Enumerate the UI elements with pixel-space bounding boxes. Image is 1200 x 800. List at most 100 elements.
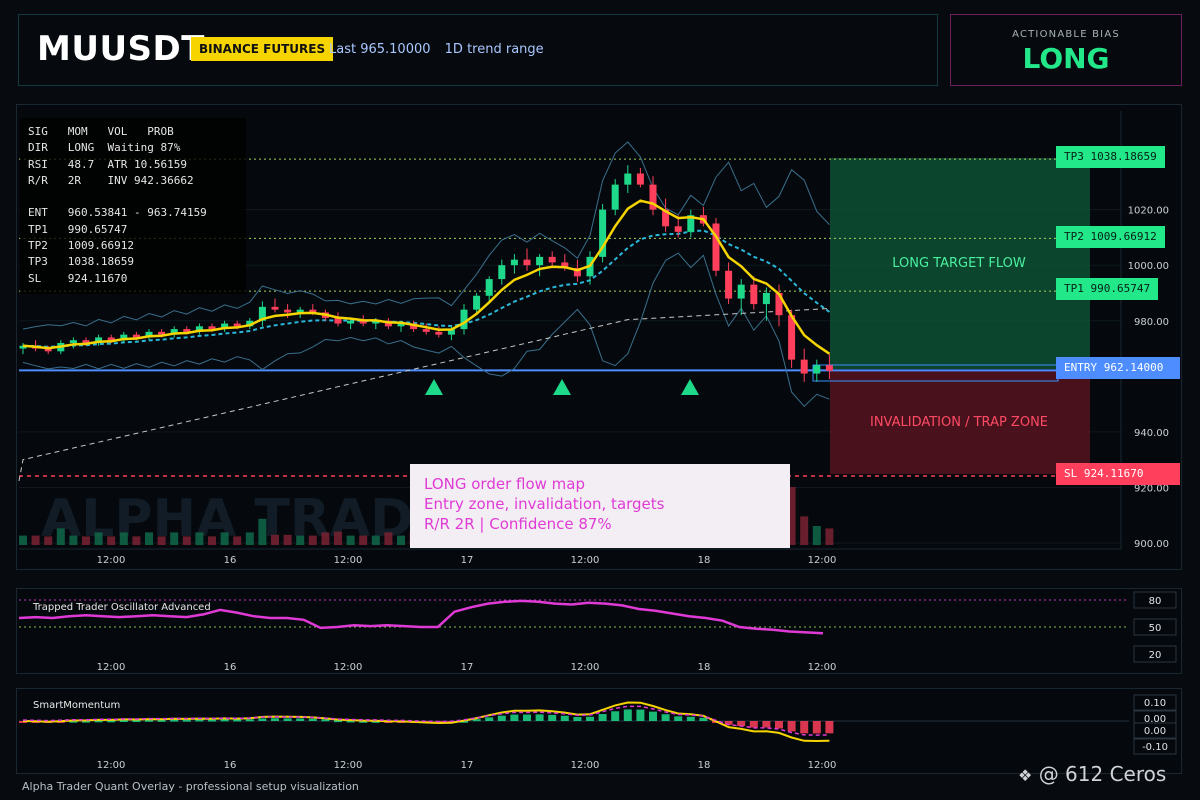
credit-watermark: ❖ @ 612 Ceros <box>1018 762 1166 786</box>
volume-bar <box>56 528 65 545</box>
osc-time-label: 12:00 <box>97 662 126 673</box>
bias-panel: ACTIONABLE BIAS LONG <box>950 14 1182 86</box>
mom-time-label: 17 <box>461 760 474 771</box>
candle-body <box>813 365 821 374</box>
momentum-bar <box>623 709 632 721</box>
candle-body <box>674 226 682 232</box>
momentum-bar <box>636 709 645 721</box>
target-zone-label: LONG TARGET FLOW <box>892 256 1026 271</box>
momentum-bar <box>535 714 544 721</box>
candle-body <box>536 256 544 266</box>
osc-axis-label: 50 <box>1149 623 1162 634</box>
momentum-bar <box>233 719 242 722</box>
mom-time-label: 12:00 <box>334 760 363 771</box>
candle-body <box>624 173 632 185</box>
callout-line-1: LONG order flow map <box>424 475 585 493</box>
candle-body <box>548 256 556 263</box>
y-axis-label: 1000.00 <box>1128 261 1169 272</box>
momentum-bar <box>686 716 695 721</box>
bias-label: ACTIONABLE BIAS <box>1012 29 1120 40</box>
candle-body <box>284 309 292 313</box>
momentum-bar <box>271 718 279 721</box>
x-axis-label: 12:00 <box>571 555 600 566</box>
momentum-bar <box>497 715 506 721</box>
y-axis-label: 920.00 <box>1134 483 1169 494</box>
y-axis-label: 900.00 <box>1134 539 1169 550</box>
y-axis-label: 980.00 <box>1134 317 1169 328</box>
momentum-bar <box>611 711 620 721</box>
volume-bar <box>69 535 78 545</box>
volume-bar <box>157 536 166 545</box>
candle-body <box>737 284 745 299</box>
candle-body <box>485 279 493 296</box>
volume-bar <box>384 532 393 545</box>
volume-bar <box>812 526 821 545</box>
momentum-bar <box>674 716 683 721</box>
buy-signal-icon <box>681 379 699 395</box>
tp1-tag: TP1 990.65747 <box>1056 278 1159 300</box>
volume-bar <box>346 535 355 545</box>
price-info: Last 965.10000 1D trend range <box>329 42 554 57</box>
candle-body <box>825 365 833 371</box>
candle-body <box>422 329 430 332</box>
volume-bar <box>800 516 809 545</box>
info-line: SL 924.11670 <box>28 271 128 285</box>
momentum-bar <box>661 714 670 721</box>
oscillator-panel[interactable]: Trapped Trader Oscillator Advanced 80 50 2… <box>16 588 1182 674</box>
info-line: DIR LONG Waiting 87% <box>28 141 181 155</box>
momentum-bar <box>586 716 594 721</box>
volume-bar <box>107 536 116 545</box>
candle-body <box>473 295 481 310</box>
x-axis-label: 12:00 <box>334 555 363 566</box>
entry-tag: ENTRY 962.14000 <box>1056 357 1180 379</box>
momentum-bar <box>170 719 179 722</box>
info-line: SIG MOM VOL PROB <box>28 125 174 138</box>
y-axis-label: 1020.00 <box>1128 206 1169 217</box>
volume-bar <box>31 535 40 545</box>
volume-bar <box>19 535 27 545</box>
volume-bar <box>195 532 204 545</box>
momentum-bar <box>649 711 657 721</box>
momentum-bar <box>485 717 494 721</box>
candle-body <box>347 320 355 324</box>
callout-line-2: Entry zone, invalidation, targets <box>424 495 665 513</box>
osc-time-label: 18 <box>698 662 711 673</box>
header-bar: MUUSDT BINANCE FUTURES Last 965.10000 1D… <box>18 14 938 86</box>
trap-zone-label: INVALIDATION / TRAP ZONE <box>870 415 1048 430</box>
momentum-bar <box>762 721 771 728</box>
mom-axis-label: 0.10 <box>1144 698 1166 709</box>
momentum-panel[interactable]: SmartMomentum 0.10 0.00 0.00 -0.10 12:00 16 12… <box>16 688 1182 774</box>
momentum-bar <box>296 718 305 721</box>
info-line: TP1 990.65747 <box>28 222 128 236</box>
symbol-title[interactable]: MUUSDT <box>37 29 205 69</box>
candle-body <box>725 270 733 299</box>
buy-signal-icon <box>553 379 571 395</box>
info-line <box>28 189 238 205</box>
momentum-bar <box>245 719 254 722</box>
momentum-bar <box>548 714 557 721</box>
candle-body <box>523 259 531 266</box>
osc-time-label: 16 <box>224 662 237 673</box>
mom-time-label: 12:00 <box>808 760 837 771</box>
mom-axis-label: -0.10 <box>1142 742 1168 753</box>
osc-time-label: 12:00 <box>808 662 837 673</box>
trend-line <box>18 308 830 482</box>
momentum-bar <box>510 714 519 721</box>
volume-bar <box>371 535 380 545</box>
exchange-badge: BINANCE FUTURES <box>191 37 334 61</box>
oscillator-chart[interactable]: Trapped Trader Oscillator Advanced 80 50 2… <box>17 589 1181 673</box>
volume-bar <box>321 532 330 545</box>
candle-body <box>271 306 279 310</box>
volume-bar <box>233 536 242 545</box>
x-axis-label: 16 <box>224 555 237 566</box>
mom-time-label: 18 <box>698 760 711 771</box>
mom-time-label: 16 <box>224 760 237 771</box>
x-axis-label: 12:00 <box>97 555 126 566</box>
tp3-tag: TP3 1038.18659 <box>1056 146 1165 168</box>
momentum-chart[interactable]: SmartMomentum 0.100.000.00-0.1012:00 16 12… <box>17 689 1181 773</box>
volume-bar <box>825 528 834 545</box>
volume-bar <box>119 532 128 545</box>
momentum-bar <box>825 721 834 734</box>
candle-body <box>510 259 518 266</box>
volume-bar <box>132 536 141 545</box>
